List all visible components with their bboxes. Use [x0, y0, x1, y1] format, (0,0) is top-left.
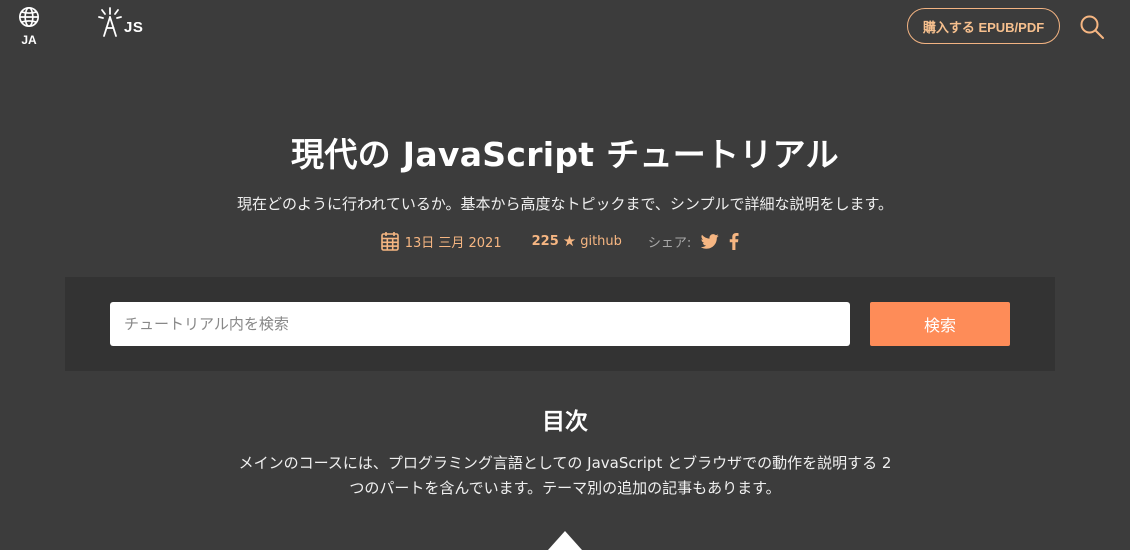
search-submit-button[interactable]: 検索	[870, 302, 1010, 346]
github-stars-link[interactable]: 225 ★ github	[532, 232, 622, 250]
globe-icon	[19, 7, 39, 27]
star-icon: ★	[562, 232, 577, 250]
toc-description: メインのコースには、プログラミング言語としての JavaScript とブラウザ…	[238, 454, 892, 497]
date-text: 13日 三月 2021	[404, 235, 502, 251]
top-bar: JA JS 購入する EPUB/PDF	[0, 0, 1130, 56]
section-pointer	[548, 531, 582, 550]
toc-heading: 目次	[542, 409, 588, 435]
site-logo[interactable]: JS	[98, 6, 143, 38]
updated-date: 13日 三月 2021	[380, 231, 502, 251]
facebook-icon	[730, 232, 739, 250]
search-toggle-button[interactable]	[1079, 14, 1105, 40]
logo-text: JS	[124, 19, 144, 36]
stars-count: 225	[531, 233, 559, 249]
calendar-icon	[380, 232, 399, 251]
facebook-share-link[interactable]	[729, 232, 739, 250]
stars-label: github	[580, 233, 622, 249]
share-label: シェア:	[647, 235, 692, 251]
twitter-icon	[701, 233, 719, 249]
language-switcher[interactable]: JA	[14, 6, 44, 47]
page-subtitle: 現在どのように行われているか。基本から高度なトピックまで、シンプルで詳細な説明を…	[237, 195, 893, 213]
meta-row: 13日 三月 2021 225 ★ github シェア:	[0, 230, 1130, 252]
search-icon	[1080, 15, 1104, 39]
tutorial-search-input[interactable]	[110, 302, 850, 346]
twitter-share-link[interactable]	[701, 233, 719, 249]
tower-icon	[98, 7, 122, 37]
page-title: 現代の JavaScript チュートリアル	[291, 135, 839, 174]
search-panel: 検索	[65, 277, 1055, 371]
buy-epub-pdf-button[interactable]: 購入する EPUB/PDF	[907, 8, 1060, 44]
language-code: JA	[21, 33, 37, 47]
share-group: シェア:	[648, 232, 749, 251]
